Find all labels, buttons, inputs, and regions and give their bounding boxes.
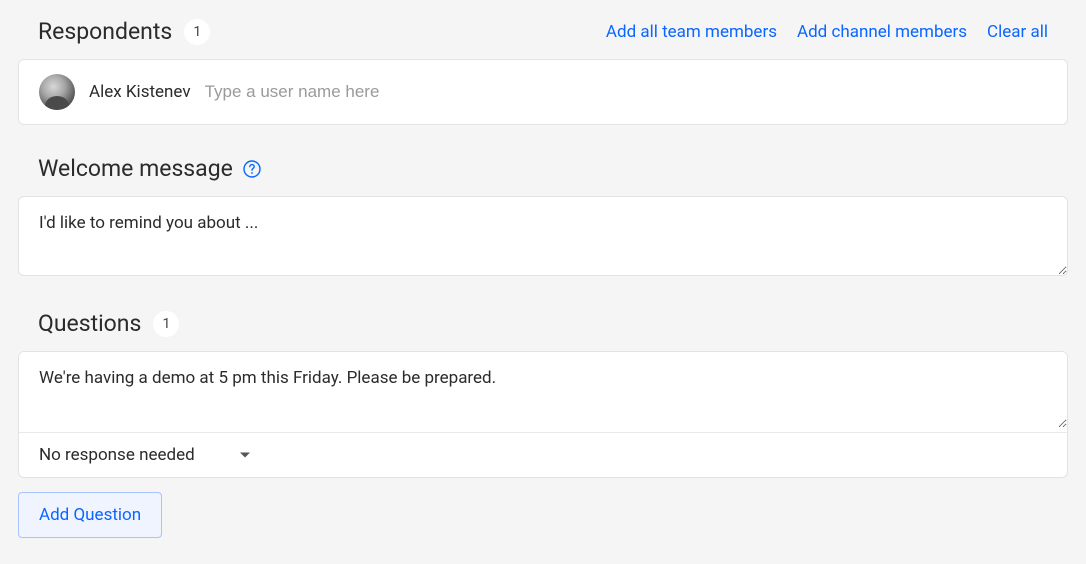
question-footer: No response needed (19, 432, 1067, 477)
question-item: No response needed (18, 351, 1068, 478)
questions-title-wrap: Questions 1 (38, 310, 179, 337)
welcome-message-header: Welcome message (18, 155, 1068, 182)
respondents-header: Respondents 1 Add all team members Add c… (18, 18, 1068, 45)
questions-title: Questions (38, 310, 141, 337)
respondents-title-wrap: Respondents 1 (38, 18, 210, 45)
clear-all-link[interactable]: Clear all (987, 22, 1048, 42)
respondents-actions: Add all team members Add channel members… (606, 22, 1048, 42)
response-type-label: No response needed (39, 445, 195, 465)
add-team-members-link[interactable]: Add all team members (606, 22, 777, 42)
respondents-input-box[interactable]: Alex Kistenev (18, 59, 1068, 125)
user-avatar (39, 74, 75, 110)
question-text-input[interactable] (19, 352, 1067, 428)
user-chip-name: Alex Kistenev (89, 82, 191, 102)
response-type-select[interactable]: No response needed (39, 445, 251, 465)
questions-header: Questions 1 (18, 310, 1068, 337)
questions-count-badge: 1 (153, 311, 179, 337)
respondents-count-badge: 1 (184, 19, 210, 45)
add-channel-members-link[interactable]: Add channel members (797, 22, 967, 42)
user-name-input[interactable] (205, 82, 1047, 102)
chevron-down-icon (239, 451, 251, 459)
add-question-button[interactable]: Add Question (18, 492, 162, 538)
welcome-message-title: Welcome message (38, 155, 233, 182)
respondents-title: Respondents (38, 18, 172, 45)
welcome-message-input[interactable] (18, 196, 1068, 276)
help-icon[interactable] (243, 160, 261, 178)
